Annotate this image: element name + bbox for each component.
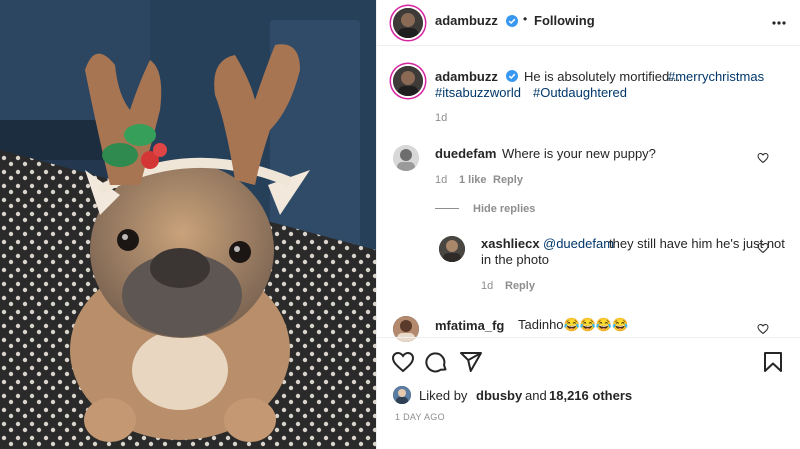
liked-by-user[interactable]: dbusby — [476, 388, 522, 403]
post-photo[interactable] — [0, 0, 376, 449]
hide-replies-button[interactable]: Hide replies — [473, 203, 535, 215]
hashtag-merrychristmas[interactable]: #merrychristmas — [668, 69, 764, 84]
post-header: adambuzz • Following — [377, 0, 800, 46]
comment-text-duedefam: Where is your new puppy? — [502, 146, 656, 161]
liker-avatar-image — [393, 386, 411, 404]
hide-replies-line — [435, 208, 459, 209]
caption-avatar-image — [393, 66, 423, 96]
author-username[interactable]: adambuzz — [435, 13, 498, 28]
comment-text-xashliecx-line2: in the photo — [481, 252, 549, 267]
xashliecx-avatar-image — [439, 236, 465, 262]
caption-verified-badge-icon — [506, 70, 518, 82]
save-bookmark-icon[interactable] — [761, 350, 785, 374]
caption-time: 1d — [435, 112, 448, 124]
post-actions-bar: Liked by dbusby and 18,216 others 1 DAY … — [377, 337, 800, 449]
more-dots-icon[interactable] — [772, 18, 786, 28]
comment-text-mfatima_fg: Tadinho😂😂😂😂 — [518, 317, 629, 332]
comment-time-duedefam: 1d — [435, 174, 448, 186]
mention-duedefam[interactable]: @duedefam — [543, 236, 614, 251]
author-avatar-image — [393, 8, 423, 38]
comment-time-xashliecx: 1d — [481, 280, 494, 292]
caption-author-username[interactable]: adambuzz — [435, 69, 498, 84]
hashtag-outdaughtered[interactable]: #Outdaughtered — [533, 85, 627, 100]
like-heart-icon[interactable] — [391, 350, 415, 374]
reply-like-heart-icon[interactable] — [757, 242, 769, 254]
comment-reply-button-xashliecx[interactable]: Reply — [505, 280, 535, 292]
post-modal: adambuzz • Following adambuzz He is abso… — [0, 0, 800, 449]
comment-like-heart-icon[interactable] — [757, 152, 769, 164]
following-button[interactable]: Following — [534, 13, 595, 28]
comment-user-duedefam[interactable]: duedefam — [435, 146, 496, 161]
follow-separator: • — [523, 12, 528, 26]
dog-with-antlers-image — [0, 0, 376, 449]
share-paper-plane-icon[interactable] — [459, 350, 483, 374]
comment-bubble-icon[interactable] — [425, 350, 449, 374]
caption-text: He is absolutely mortified... — [524, 69, 681, 84]
post-side-panel: adambuzz • Following adambuzz He is abso… — [376, 0, 800, 449]
verified-badge-icon — [506, 15, 518, 27]
liker-avatar[interactable] — [393, 386, 411, 404]
duedefam-avatar-image — [393, 145, 419, 171]
liked-by-and: and — [525, 388, 547, 403]
comment-user-mfatima_fg[interactable]: mfatima_fg — [435, 318, 504, 333]
comment-reply-button-duedefam[interactable]: Reply — [493, 174, 523, 186]
liked-by-others[interactable]: 18,216 others — [549, 388, 632, 403]
post-timestamp: 1 DAY AGO — [395, 412, 445, 422]
comment-likes-duedefam[interactable]: 1 like — [459, 174, 487, 186]
author-avatar[interactable] — [393, 8, 423, 38]
comment-avatar-xashliecx[interactable] — [439, 236, 465, 262]
hashtag-itsabuzzworld[interactable]: #itsabuzzworld — [435, 85, 521, 100]
liked-by-prefix: Liked by — [419, 388, 468, 403]
comment-user-xashliecx[interactable]: xashliecx — [481, 236, 540, 251]
comment-avatar-duedefam[interactable] — [393, 145, 419, 171]
caption-author-avatar[interactable] — [393, 66, 423, 96]
comment3-like-heart-icon[interactable] — [757, 323, 769, 335]
